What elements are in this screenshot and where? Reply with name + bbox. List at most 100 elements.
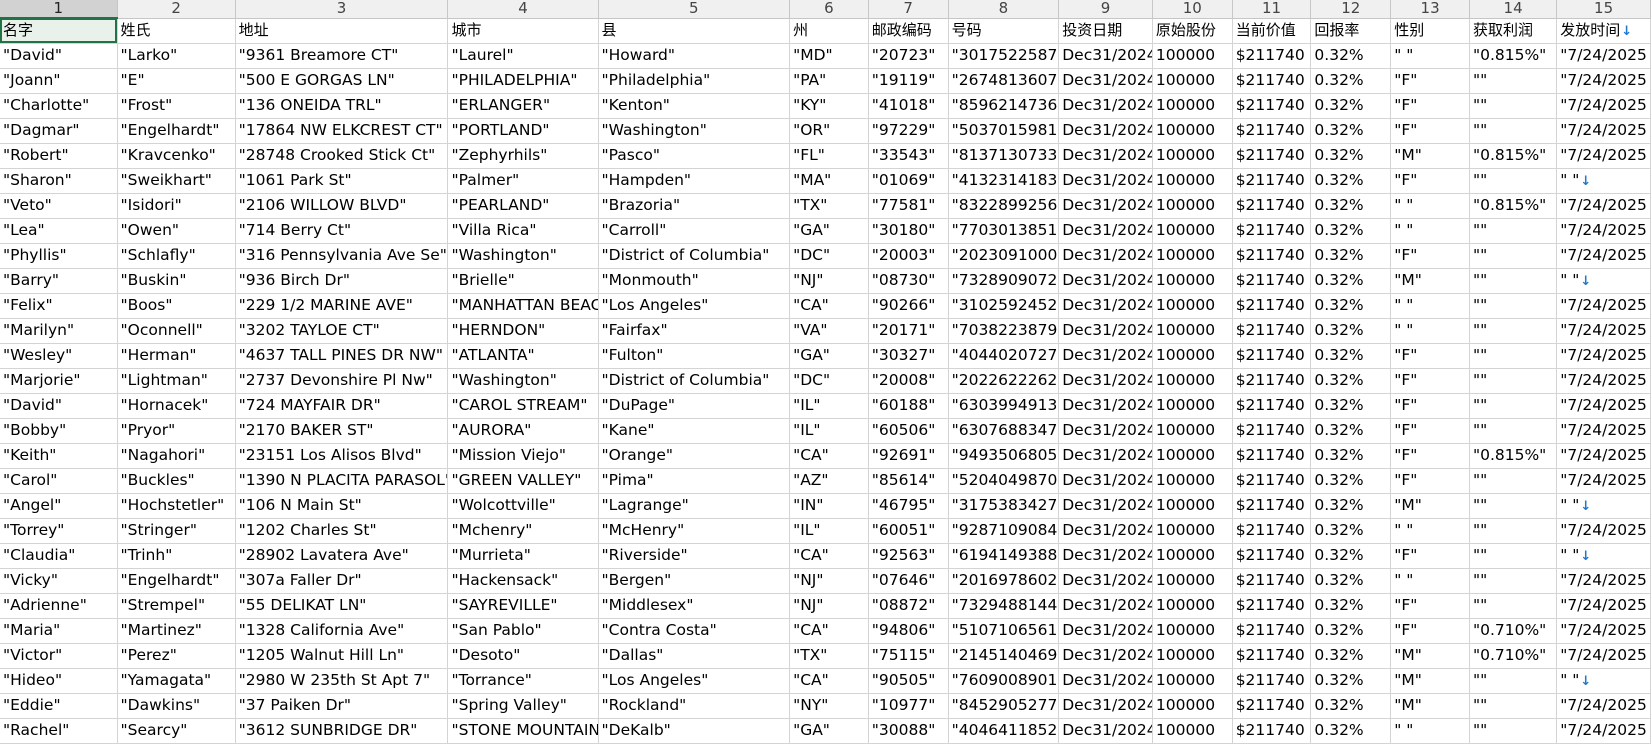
cell-profit[interactable]: "" — [1469, 218, 1558, 244]
cell-shares[interactable]: 100000 — [1152, 568, 1233, 594]
cell-first[interactable]: "Torrey" — [0, 518, 118, 544]
cell-gender[interactable]: " " — [1390, 193, 1470, 219]
cell-value[interactable]: $211740 — [1232, 343, 1312, 369]
header-cell-13[interactable]: 性别 — [1390, 18, 1470, 44]
cell-state[interactable]: "NJ" — [789, 593, 869, 619]
cell-county[interactable]: "Lagrange" — [598, 493, 791, 519]
cell-addr[interactable]: "106 N Main St" — [235, 493, 449, 519]
cell-county[interactable]: "Los Angeles" — [598, 293, 791, 319]
cell-city[interactable]: "Washington" — [447, 243, 599, 269]
cell-gender[interactable]: "F" — [1390, 418, 1470, 444]
cell-phone[interactable]: "2674813607" — [948, 68, 1060, 94]
cell-value[interactable]: $211740 — [1232, 518, 1312, 544]
cell-profit[interactable]: "0.815%" — [1469, 43, 1558, 69]
header-cell-8[interactable]: 号码 — [948, 18, 1060, 44]
cell-city[interactable]: "Hackensack" — [447, 568, 599, 594]
spreadsheet-grid[interactable]: 1 2 3 4 5 6 7 8 9 10 11 12 13 14 15 名字 姓氏 地址 城市县州邮政编码 号码 投资… — [0, 0, 1651, 744]
cell-profit[interactable]: "" — [1469, 393, 1558, 419]
column-number-11[interactable]: 11 — [1232, 0, 1312, 19]
cell-last[interactable]: "Frost" — [117, 93, 236, 119]
cell-first[interactable]: "Marilyn" — [0, 318, 118, 344]
cell-value[interactable]: $211740 — [1232, 68, 1312, 94]
cell-shares[interactable]: 100000 — [1152, 393, 1233, 419]
cell-issued[interactable]: "7/24/2025 "↓ — [1556, 43, 1651, 69]
cell-zip[interactable]: "75115" — [868, 643, 949, 669]
cell-issued[interactable]: "7/24/2025 "↓ — [1556, 693, 1651, 719]
cell-state[interactable]: "IL" — [789, 418, 869, 444]
cell-profit[interactable]: "0.710%" — [1469, 643, 1558, 669]
cell-issued[interactable]: "7/24/2025 "↓ — [1556, 93, 1651, 119]
cell-ret[interactable]: 0.32% — [1310, 643, 1392, 669]
cell-date[interactable]: Dec31/2024 — [1058, 618, 1153, 644]
cell-date[interactable]: Dec31/2024 — [1058, 293, 1153, 319]
cell-issued[interactable]: "7/24/2025 "↓ — [1556, 218, 1651, 244]
cell-county[interactable]: "Carroll" — [598, 218, 791, 244]
cell-shares[interactable]: 100000 — [1152, 618, 1233, 644]
column-number-7[interactable]: 7 — [868, 0, 949, 19]
cell-first[interactable]: "Claudia" — [0, 543, 118, 569]
cell-county[interactable]: "Los Angeles" — [598, 668, 791, 694]
cell-county[interactable]: "Howard" — [598, 43, 791, 69]
cell-zip[interactable]: "30327" — [868, 343, 949, 369]
cell-addr[interactable]: "28748 Crooked Stick Ct" — [235, 143, 449, 169]
cell-last[interactable]: "Pryor" — [117, 418, 236, 444]
cell-shares[interactable]: 100000 — [1152, 518, 1233, 544]
cell-date[interactable]: Dec31/2024 — [1058, 668, 1153, 694]
cell-ret[interactable]: 0.32% — [1310, 218, 1392, 244]
cell-shares[interactable]: 100000 — [1152, 68, 1233, 94]
cell-shares[interactable]: 100000 — [1152, 268, 1233, 294]
cell-date[interactable]: Dec31/2024 — [1058, 693, 1153, 719]
cell-last[interactable]: "Buskin" — [117, 268, 236, 294]
cell-addr[interactable]: "2170 BAKER ST" — [235, 418, 449, 444]
header-cell-6[interactable]: 州 — [789, 18, 869, 44]
cell-issued[interactable]: "7/24/2025 "↓ — [1556, 318, 1651, 344]
cell-ret[interactable]: 0.32% — [1310, 468, 1392, 494]
cell-value[interactable]: $211740 — [1232, 443, 1312, 469]
cell-state[interactable]: "IN" — [789, 493, 869, 519]
cell-zip[interactable]: "90505" — [868, 668, 949, 694]
cell-zip[interactable]: "20003" — [868, 243, 949, 269]
cell-state[interactable]: "CA" — [789, 443, 869, 469]
cell-city[interactable]: "Desoto" — [447, 643, 599, 669]
cell-last[interactable]: "Perez" — [117, 643, 236, 669]
cell-first[interactable]: "Marjorie" — [0, 368, 118, 394]
cell-addr[interactable]: "23151 Los Alisos Blvd" — [235, 443, 449, 469]
cell-state[interactable]: "IL" — [789, 393, 869, 419]
cell-issued[interactable]: "7/24/2025 "↓ — [1556, 293, 1651, 319]
cell-gender[interactable]: "F" — [1390, 443, 1470, 469]
cell-last[interactable]: "Buckles" — [117, 468, 236, 494]
cell-date[interactable]: Dec31/2024 — [1058, 268, 1153, 294]
cell-gender[interactable]: "F" — [1390, 593, 1470, 619]
column-number-9[interactable]: 9 — [1058, 0, 1153, 19]
cell-gender[interactable]: "F" — [1390, 543, 1470, 569]
cell-first[interactable]: "Bobby" — [0, 418, 118, 444]
cell-date[interactable]: Dec31/2024 — [1058, 168, 1153, 194]
cell-addr[interactable]: "1061 Park St" — [235, 168, 449, 194]
cell-phone[interactable]: "5204049870" — [948, 468, 1060, 494]
cell-phone[interactable]: "7328909072" — [948, 268, 1060, 294]
cell-profit[interactable]: "0.710%" — [1469, 618, 1558, 644]
cell-issued[interactable]: "7/24/2025 "↓ — [1556, 643, 1651, 669]
cell-addr[interactable]: "1328 California Ave" — [235, 618, 449, 644]
cell-state[interactable]: "NJ" — [789, 268, 869, 294]
cell-issued[interactable]: " "↓ — [1556, 543, 1651, 569]
cell-profit[interactable]: "0.815%" — [1469, 193, 1558, 219]
cell-last[interactable]: "Owen" — [117, 218, 236, 244]
cell-phone[interactable]: "7038223879" — [948, 318, 1060, 344]
cell-city[interactable]: "CAROL STREAM" — [447, 393, 599, 419]
column-number-12[interactable]: 12 — [1310, 0, 1392, 19]
cell-county[interactable]: "Kenton" — [598, 93, 791, 119]
cell-addr[interactable]: "1205 Walnut Hill Ln" — [235, 643, 449, 669]
cell-last[interactable]: "Oconnell" — [117, 318, 236, 344]
cell-ret[interactable]: 0.32% — [1310, 343, 1392, 369]
cell-state[interactable]: "NY" — [789, 693, 869, 719]
cell-ret[interactable]: 0.32% — [1310, 268, 1392, 294]
cell-state[interactable]: "CA" — [789, 543, 869, 569]
cell-city[interactable]: "PHILADELPHIA" — [447, 68, 599, 94]
cell-shares[interactable]: 100000 — [1152, 143, 1233, 169]
cell-addr[interactable]: "9361 Breamore CT" — [235, 43, 449, 69]
cell-date[interactable]: Dec31/2024 — [1058, 568, 1153, 594]
cell-addr[interactable]: "2980 W 235th St Apt 7" — [235, 668, 449, 694]
cell-phone[interactable]: "2016978602" — [948, 568, 1060, 594]
cell-state[interactable]: "CA" — [789, 293, 869, 319]
